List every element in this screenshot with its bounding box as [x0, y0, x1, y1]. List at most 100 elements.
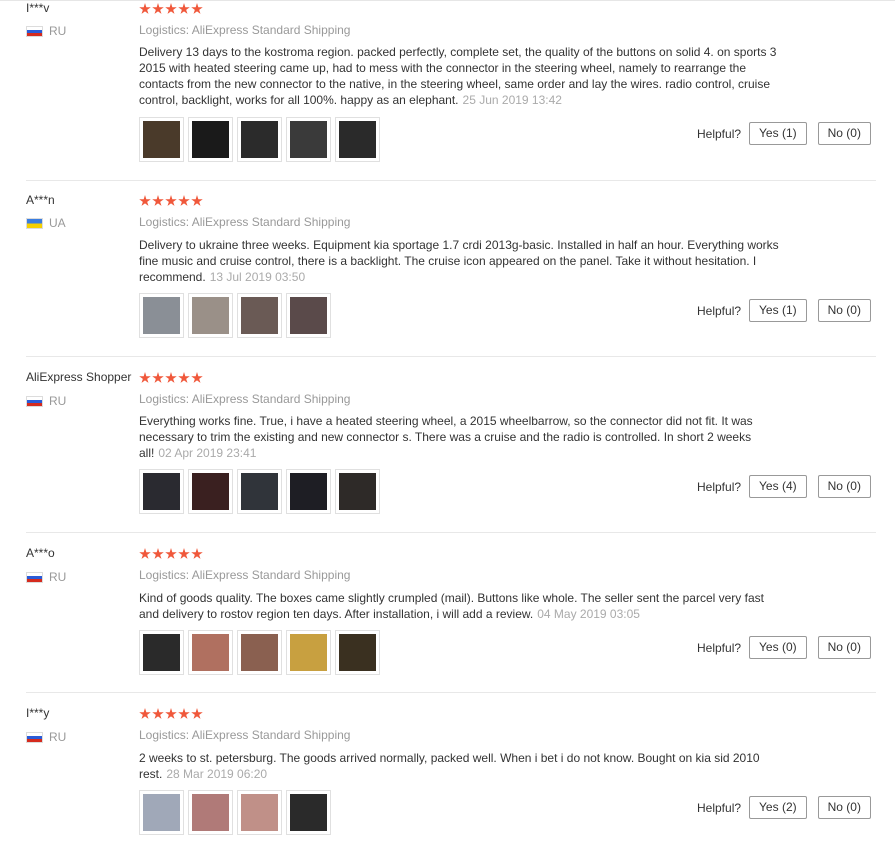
- helpful-no-button[interactable]: No (0): [817, 122, 871, 145]
- star-icon: [152, 372, 164, 383]
- review-photo[interactable]: [286, 117, 331, 162]
- review-photo[interactable]: [237, 790, 282, 835]
- reviewer-name: AliExpress Shopper: [26, 370, 132, 384]
- helpful-yes-button[interactable]: Yes (0): [749, 636, 807, 659]
- review-photo[interactable]: [139, 790, 184, 835]
- review-photo[interactable]: [335, 630, 380, 675]
- helpful-no-button[interactable]: No (0): [817, 636, 871, 659]
- review-photo[interactable]: [286, 293, 331, 338]
- helpful-yes-button[interactable]: Yes (1): [749, 299, 807, 322]
- logistics-info: Logistics: AliExpress Standard Shipping: [139, 568, 351, 582]
- review-date: 28 Mar 2019 06:20: [166, 767, 268, 781]
- helpful-label: Helpful?: [697, 126, 742, 141]
- review-photo[interactable]: [188, 293, 233, 338]
- helpful-yes-button[interactable]: Yes (2): [749, 796, 807, 819]
- star-icon: [191, 548, 203, 559]
- review-photo[interactable]: [286, 790, 331, 835]
- review-photo[interactable]: [335, 117, 380, 162]
- helpful-no-button[interactable]: No (0): [817, 475, 871, 498]
- logistics-info: Logistics: AliExpress Standard Shipping: [139, 23, 351, 37]
- review-photo[interactable]: [139, 117, 184, 162]
- reviewer-country: UA: [26, 216, 66, 230]
- review-photo[interactable]: [335, 469, 380, 514]
- country-code: RU: [49, 394, 67, 408]
- helpful-vote: Helpful? Yes (2) No (0): [697, 796, 871, 819]
- review-photo[interactable]: [237, 293, 282, 338]
- review-body: Delivery 13 days to the kostroma region.…: [139, 45, 777, 107]
- reviewer-country: RU: [26, 730, 66, 744]
- review-photos: [139, 117, 380, 162]
- review-photos: [139, 293, 331, 338]
- star-icon: [178, 195, 190, 206]
- country-code: UA: [49, 216, 66, 230]
- helpful-no-button[interactable]: No (0): [817, 299, 871, 322]
- reviewer-name: A***n: [26, 193, 55, 207]
- rating-stars: [139, 372, 203, 384]
- review-divider: [26, 180, 876, 181]
- review-photo[interactable]: [139, 293, 184, 338]
- star-icon: [139, 708, 151, 719]
- review-date: 02 Apr 2019 23:41: [158, 446, 257, 460]
- review-text: Delivery to ukraine three weeks. Equipme…: [139, 237, 779, 285]
- star-icon: [191, 195, 203, 206]
- star-icon: [178, 372, 190, 383]
- reviewer-country: RU: [26, 570, 66, 584]
- star-icon: [165, 708, 177, 719]
- review-date: 25 Jun 2019 13:42: [462, 93, 562, 107]
- review-photos: [139, 790, 331, 835]
- review-date: 13 Jul 2019 03:50: [209, 270, 306, 284]
- star-icon: [152, 195, 164, 206]
- review-text: Everything works fine. True, i have a he…: [139, 413, 779, 461]
- review-photo[interactable]: [237, 630, 282, 675]
- country-code: RU: [49, 570, 67, 584]
- star-icon: [191, 3, 203, 14]
- logistics-info: Logistics: AliExpress Standard Shipping: [139, 728, 351, 742]
- russia-flag-icon: [26, 731, 43, 743]
- star-icon: [178, 708, 190, 719]
- helpful-vote: Helpful? Yes (0) No (0): [697, 636, 871, 659]
- helpful-label: Helpful?: [697, 479, 742, 494]
- review-photo[interactable]: [237, 117, 282, 162]
- logistics-info: Logistics: AliExpress Standard Shipping: [139, 215, 351, 229]
- star-icon: [165, 372, 177, 383]
- review-photo[interactable]: [286, 469, 331, 514]
- review-photo[interactable]: [188, 117, 233, 162]
- review-photo[interactable]: [139, 469, 184, 514]
- star-icon: [152, 3, 164, 14]
- helpful-yes-button[interactable]: Yes (4): [749, 475, 807, 498]
- rating-stars: [139, 3, 203, 15]
- review-photo[interactable]: [188, 630, 233, 675]
- star-icon: [152, 708, 164, 719]
- ukraine-flag-icon: [26, 217, 43, 229]
- star-icon: [165, 195, 177, 206]
- helpful-no-button[interactable]: No (0): [817, 796, 871, 819]
- helpful-label: Helpful?: [697, 800, 742, 815]
- review-divider: [26, 532, 876, 533]
- helpful-vote: Helpful? Yes (4) No (0): [697, 475, 871, 498]
- star-icon: [191, 372, 203, 383]
- review-photo[interactable]: [188, 790, 233, 835]
- review-photo[interactable]: [286, 630, 331, 675]
- review-divider: [26, 356, 876, 357]
- reviewer-name: I***v: [26, 1, 50, 15]
- star-icon: [139, 195, 151, 206]
- reviewer-name: I***y: [26, 706, 50, 720]
- reviewer-country: RU: [26, 24, 66, 38]
- top-divider: [0, 0, 895, 1]
- helpful-label: Helpful?: [697, 640, 742, 655]
- review-photo[interactable]: [237, 469, 282, 514]
- star-icon: [139, 548, 151, 559]
- review-photo[interactable]: [188, 469, 233, 514]
- review-photos: [139, 469, 380, 514]
- review-text: 2 weeks to st. petersburg. The goods arr…: [139, 750, 779, 782]
- reviewer-country: RU: [26, 394, 66, 408]
- rating-stars: [139, 708, 203, 720]
- review-body: Kind of goods quality. The boxes came sl…: [139, 591, 764, 621]
- russia-flag-icon: [26, 395, 43, 407]
- rating-stars: [139, 548, 203, 560]
- review-divider: [26, 692, 876, 693]
- russia-flag-icon: [26, 571, 43, 583]
- helpful-yes-button[interactable]: Yes (1): [749, 122, 807, 145]
- review-photo[interactable]: [139, 630, 184, 675]
- star-icon: [165, 3, 177, 14]
